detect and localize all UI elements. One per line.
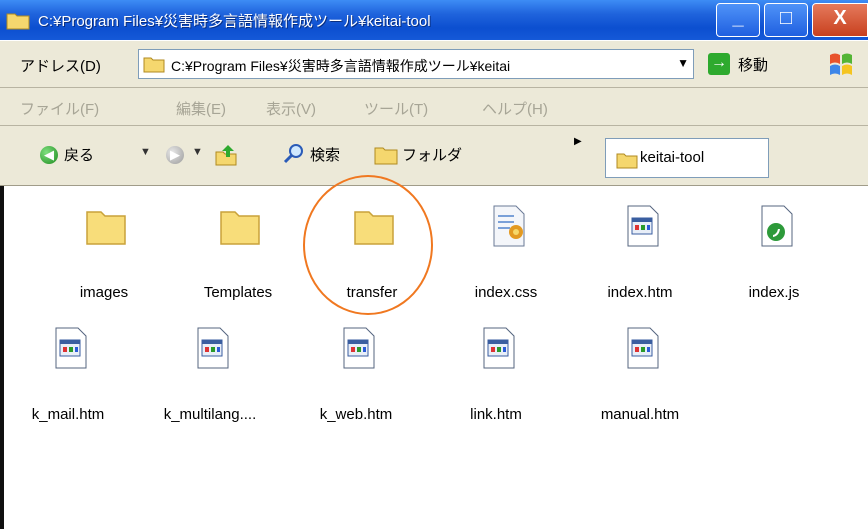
menu-tools[interactable]: ツール(T) xyxy=(364,98,428,119)
html-file-icon xyxy=(627,327,659,369)
go-arrow-icon: → xyxy=(708,53,730,75)
html-file-icon xyxy=(483,327,515,369)
file-name: index.htm xyxy=(607,284,673,301)
minimize-icon: _ xyxy=(732,7,744,29)
close-button[interactable]: X xyxy=(812,3,868,37)
toolbar: ◀ 戻る ▼ ▶ ▼ 検索 フォルダ ▶ keitai-tool xyxy=(0,126,868,186)
address-bar: アドレス(D) C:¥Program Files¥災害時多言語情報作成ツール¥k… xyxy=(0,40,868,88)
title-bar: C:¥Program Files¥災害時多言語情報作成ツール¥keitai-to… xyxy=(0,0,868,40)
maximize-button[interactable]: □ xyxy=(764,3,808,37)
folder-icon xyxy=(616,153,638,169)
back-arrow-icon[interactable]: ◀ xyxy=(40,146,58,164)
file-name: Templates xyxy=(203,284,273,301)
folder-icon xyxy=(143,57,165,73)
toolbar-overflow-icon[interactable]: ▶ xyxy=(574,136,582,147)
folder-icon xyxy=(86,211,126,245)
file-name: k_multilang.... xyxy=(163,406,257,423)
html-file-icon xyxy=(55,327,87,369)
back-button[interactable]: 戻る xyxy=(64,144,94,165)
menu-view[interactable]: 表示(V) xyxy=(266,98,316,119)
back-dropdown-icon[interactable]: ▼ xyxy=(140,146,151,158)
folders-button[interactable]: フォルダ xyxy=(402,144,462,165)
minimize-button[interactable]: _ xyxy=(716,3,760,37)
address-label: アドレス(D) xyxy=(20,58,101,75)
file-name: k_web.htm xyxy=(319,406,393,423)
address-field[interactable]: C:¥Program Files¥災害時多言語情報作成ツール¥keitai ▼ xyxy=(138,49,694,79)
tab-keitai-tool[interactable]: keitai-tool xyxy=(605,138,769,178)
maximize-icon: □ xyxy=(779,7,793,29)
menu-edit[interactable]: 編集(E) xyxy=(176,98,226,119)
left-border xyxy=(0,186,4,529)
close-icon: X xyxy=(833,7,847,29)
css-file-icon xyxy=(493,205,525,247)
html-file-icon xyxy=(197,327,229,369)
windows-logo-icon xyxy=(830,53,852,75)
tab-label: keitai-tool xyxy=(640,149,705,166)
go-label: 移動 xyxy=(738,57,769,74)
menu-bar: ファイル(F) 編集(E) 表示(V) ツール(T) ヘルプ(H) xyxy=(0,88,868,126)
file-name: manual.htm xyxy=(600,406,680,423)
go-button[interactable]: → 移動 xyxy=(704,49,814,79)
file-name: index.css xyxy=(474,284,538,301)
js-file-icon xyxy=(761,205,793,247)
folder-icon xyxy=(6,13,30,30)
forward-dropdown-icon[interactable]: ▼ xyxy=(192,146,203,158)
menu-help[interactable]: ヘルプ(H) xyxy=(482,98,548,119)
html-file-icon xyxy=(627,205,659,247)
file-view: images Templates transfer index.css inde… xyxy=(0,186,868,529)
forward-arrow-icon[interactable]: ▶ xyxy=(166,146,184,164)
file-name: index.js xyxy=(748,284,800,301)
window-title: C:¥Program Files¥災害時多言語情報作成ツール¥keitai-to… xyxy=(38,13,431,30)
menu-file[interactable]: ファイル(F) xyxy=(20,98,99,119)
file-name: k_mail.htm xyxy=(31,406,105,423)
html-file-icon xyxy=(343,327,375,369)
folder-icon xyxy=(220,211,260,245)
file-name: link.htm xyxy=(470,406,522,423)
highlight-circle xyxy=(303,175,433,315)
chevron-down-icon[interactable]: ▼ xyxy=(677,56,689,70)
search-button[interactable]: 検索 xyxy=(310,144,340,165)
search-icon[interactable] xyxy=(282,142,306,166)
up-folder-icon[interactable] xyxy=(214,143,238,167)
file-name: images xyxy=(79,284,129,301)
folders-icon[interactable] xyxy=(374,144,398,166)
address-value[interactable]: C:¥Program Files¥災害時多言語情報作成ツール¥keitai xyxy=(171,56,651,76)
